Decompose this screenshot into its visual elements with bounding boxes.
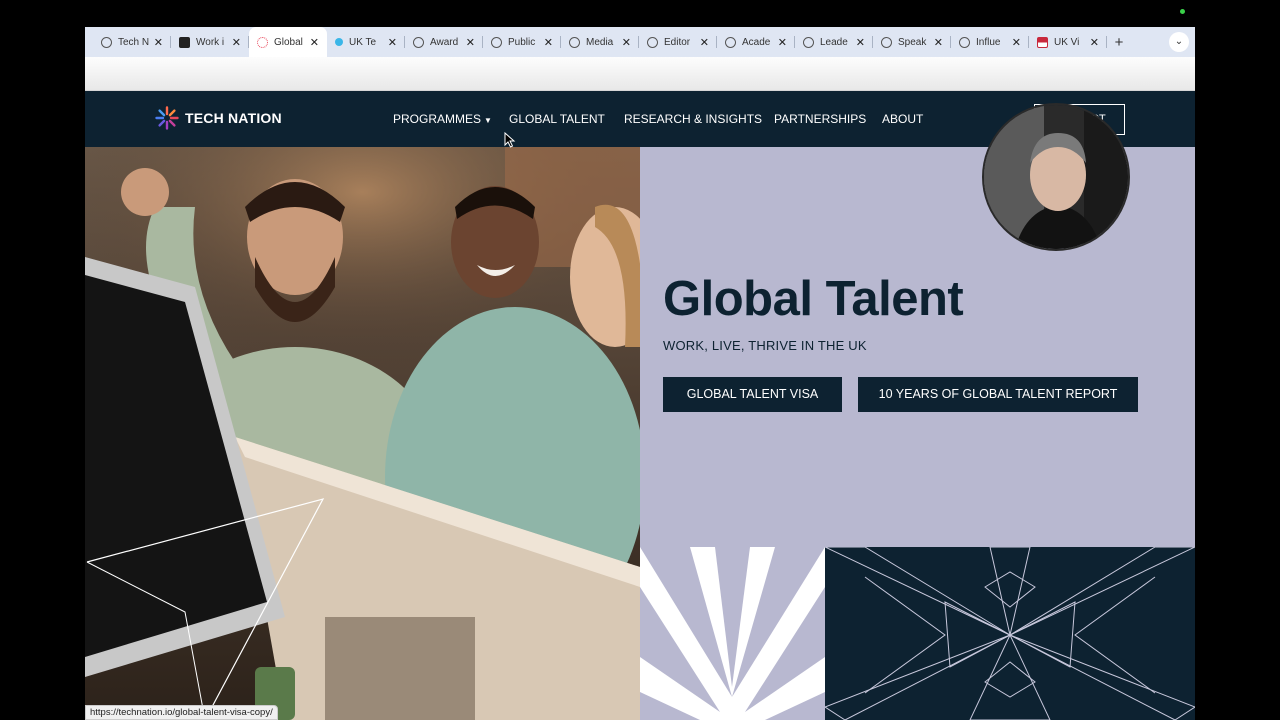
chevron-down-icon: ▼ — [484, 116, 492, 125]
globe-icon — [881, 36, 892, 48]
tab[interactable]: Public ✕ — [483, 27, 561, 57]
tab-title: Editor — [664, 36, 691, 48]
globe-icon — [803, 36, 814, 48]
webcam-overlay — [982, 103, 1130, 251]
tab[interactable]: Award ✕ — [405, 27, 483, 57]
close-icon[interactable]: ✕ — [388, 36, 397, 49]
close-icon[interactable]: ✕ — [310, 36, 319, 49]
tab[interactable]: Speak ✕ — [873, 27, 951, 57]
globe-icon — [569, 36, 580, 48]
tab-title: Leade — [820, 36, 848, 48]
nav-about[interactable]: ABOUT — [882, 91, 923, 147]
close-icon[interactable]: ✕ — [700, 36, 709, 49]
tab-title: UK Te — [349, 36, 377, 48]
globe-icon — [491, 36, 502, 48]
tab-title: Speak — [898, 36, 927, 48]
tab[interactable]: Acade ✕ — [717, 27, 795, 57]
logo-text: TECH NATION — [185, 110, 282, 126]
globe-icon — [101, 36, 112, 48]
globe-icon — [725, 36, 736, 48]
close-icon[interactable]: ✕ — [856, 36, 865, 49]
tab[interactable]: Media ✕ — [561, 27, 639, 57]
tab-title: Media — [586, 36, 614, 48]
decorative-outline-pattern — [825, 547, 1195, 720]
close-icon[interactable]: ✕ — [154, 36, 163, 49]
tab[interactable]: Editor ✕ — [639, 27, 717, 57]
close-icon[interactable]: ✕ — [544, 36, 553, 49]
close-icon[interactable]: ✕ — [232, 36, 241, 49]
tab[interactable]: UK Te ✕ — [327, 27, 405, 57]
close-icon[interactable]: ✕ — [466, 36, 475, 49]
close-icon[interactable]: ✕ — [622, 36, 631, 49]
tab-title: UK Vi — [1054, 36, 1080, 48]
blue-dot-icon — [335, 38, 343, 46]
technation-icon — [257, 36, 268, 48]
tab-title: Public — [508, 36, 536, 48]
nav-programmes[interactable]: PROGRAMMES ▼ — [393, 91, 492, 147]
nav-research-insights[interactable]: RESEARCH & INSIGHTS — [624, 91, 762, 147]
tab-title: Acade — [742, 36, 771, 48]
globe-icon — [413, 36, 424, 48]
tab-active[interactable]: Global ✕ — [249, 27, 327, 57]
tab[interactable]: Work i ✕ — [171, 27, 249, 57]
mouse-cursor-icon — [504, 132, 516, 148]
tab[interactable]: UK Vi ✕ — [1029, 27, 1107, 57]
close-icon[interactable]: ✕ — [1090, 36, 1099, 49]
flag-icon — [1037, 36, 1048, 48]
tab[interactable]: Influe ✕ — [951, 27, 1029, 57]
decorative-pattern — [640, 547, 825, 720]
global-talent-visa-button[interactable]: GLOBAL TALENT VISA — [663, 377, 842, 412]
tab[interactable]: Leade ✕ — [795, 27, 873, 57]
hero-title: Global Talent — [663, 272, 964, 326]
hero-subtitle: WORK, LIVE, THRIVE IN THE UK — [663, 338, 867, 353]
browser-toolbar — [85, 57, 1195, 91]
tab-title: Tech N — [118, 36, 150, 48]
tab-title: Influe — [976, 36, 1001, 48]
hero-photo — [85, 147, 640, 720]
globe-icon — [959, 36, 970, 48]
tab[interactable]: Tech N ✕ — [93, 27, 171, 57]
tab-title: Work i — [196, 36, 225, 48]
nav-partnerships[interactable]: PARTNERSHIPS — [774, 91, 866, 147]
browser-window: Tech N ✕ Work i ✕ Global ✕ UK Te ✕ Award ✕ Pu… — [85, 27, 1195, 720]
site-logo[interactable]: TECH NATION — [155, 106, 282, 130]
site-icon — [179, 36, 190, 48]
nav-label: PROGRAMMES — [393, 112, 482, 126]
globe-icon — [647, 36, 658, 48]
technation-logo-icon — [155, 106, 179, 130]
tab-strip: Tech N ✕ Work i ✕ Global ✕ UK Te ✕ Award ✕ Pu… — [85, 27, 1195, 57]
close-icon[interactable]: ✕ — [778, 36, 787, 49]
tab-title: Award — [430, 36, 459, 48]
link-status-bar: https://technation.io/global-talent-visa… — [85, 705, 278, 720]
tab-list-button[interactable]: ⌄ — [1169, 32, 1189, 52]
recording-indicator — [1180, 9, 1185, 14]
close-icon[interactable]: ✕ — [1012, 36, 1021, 49]
new-tab-button[interactable]: + — [1107, 34, 1131, 51]
global-talent-report-button[interactable]: 10 YEARS OF GLOBAL TALENT REPORT — [858, 377, 1138, 412]
close-icon[interactable]: ✕ — [934, 36, 943, 49]
tab-title: Global — [274, 36, 303, 48]
nav-global-talent[interactable]: GLOBAL TALENT — [509, 91, 605, 147]
